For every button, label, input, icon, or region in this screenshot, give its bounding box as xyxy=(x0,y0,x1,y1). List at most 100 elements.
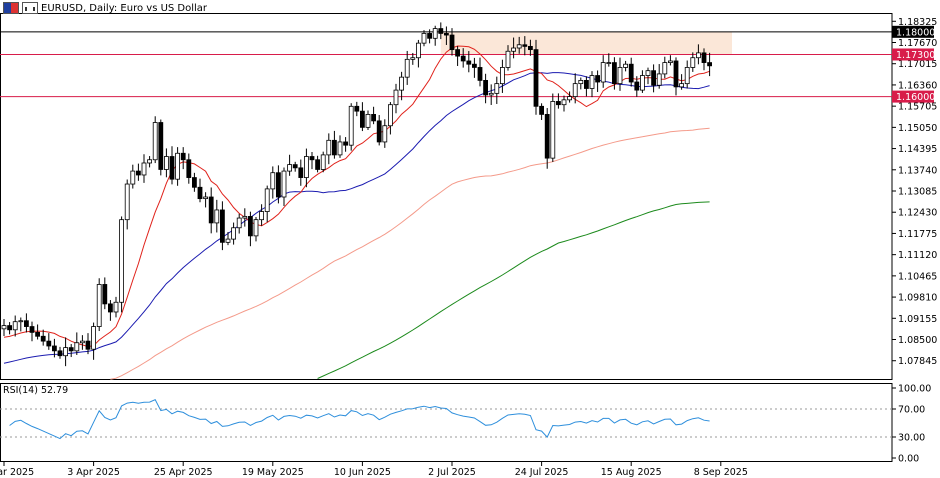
candle-body-103 xyxy=(578,79,584,85)
date-tick-label-3: 19 May 2025 xyxy=(242,467,304,478)
candle-body-113 xyxy=(634,81,640,91)
candle-body-35 xyxy=(197,186,203,200)
date-tick-label-0: 12 Mar 2025 xyxy=(0,467,34,478)
rsi-title: RSI(14) 52.79 xyxy=(3,385,68,396)
candle-body-40 xyxy=(225,238,231,243)
rsi-tick-label-3: 0.00 xyxy=(898,454,919,465)
candle-body-120 xyxy=(673,60,679,88)
ma-mid-line xyxy=(3,72,710,364)
price-tick-label-10: 1.11775 xyxy=(898,229,937,240)
candle-body-82 xyxy=(460,55,466,62)
candle-body-57 xyxy=(320,154,326,170)
candle-body-93 xyxy=(522,44,528,47)
price-tick-label-1: 1.17670 xyxy=(898,38,937,49)
candle-body-34 xyxy=(191,177,197,188)
candle-body-101 xyxy=(567,96,572,101)
candle-body-107 xyxy=(600,62,606,83)
rsi-line xyxy=(9,399,710,440)
candle-body-48 xyxy=(270,172,276,190)
chart-window[interactable]: 1.18325 1.17670 1.17015 1.16360 1.15705 1.150… xyxy=(0,0,940,478)
price-tick-label-12: 1.10465 xyxy=(898,271,937,282)
candle-body-112 xyxy=(628,63,634,83)
price-tick-label-9: 1.12430 xyxy=(898,208,937,219)
ma-long-line xyxy=(317,201,710,379)
candle-body-58 xyxy=(326,139,332,156)
candle-body-100 xyxy=(561,99,567,106)
candle-body-50 xyxy=(281,170,287,198)
candle-body-94 xyxy=(528,45,533,51)
candle-body-32 xyxy=(180,152,186,161)
candle-body-16 xyxy=(91,326,96,350)
candle-body-88 xyxy=(494,83,500,94)
candle-body-119 xyxy=(668,60,673,63)
resistance-zone xyxy=(440,31,732,55)
candle-body-8 xyxy=(46,340,52,347)
candle-body-96 xyxy=(539,105,544,115)
candle-body-54 xyxy=(303,156,309,178)
currency-flag-icon xyxy=(3,2,19,14)
candle-body-31 xyxy=(175,152,181,180)
candle-body-53 xyxy=(298,167,304,178)
candle-body-108 xyxy=(606,62,612,64)
candle-body-61 xyxy=(343,141,349,146)
candle-body-98 xyxy=(550,101,556,159)
candle-body-1 xyxy=(7,325,12,331)
candle-body-36 xyxy=(203,196,209,200)
candle-body-105 xyxy=(589,75,595,89)
price-tick-label-6: 1.14395 xyxy=(898,144,937,155)
candle-body-46 xyxy=(259,211,265,221)
candle-body-66 xyxy=(371,114,377,122)
candle-body-68 xyxy=(382,125,388,143)
candle-body-77 xyxy=(432,28,438,39)
candle-body-71 xyxy=(399,76,405,91)
rsi-plot-frame xyxy=(0,383,893,462)
candle-body-124 xyxy=(696,52,701,59)
price-tick-label-5: 1.15050 xyxy=(898,123,937,134)
candle-body-6 xyxy=(35,331,40,337)
candle-body-27 xyxy=(152,122,158,161)
candle-body-75 xyxy=(421,33,427,44)
candle-body-20 xyxy=(113,301,119,313)
date-tick-label-2: 25 Apr 2025 xyxy=(154,467,213,478)
rsi-tick-label-1: 70.00 xyxy=(898,405,925,416)
candle-body-52 xyxy=(292,164,298,169)
candle-body-111 xyxy=(623,63,628,68)
chart-title-bar: EURUSD, Daily: Euro vs US Dollar xyxy=(3,2,207,14)
candle-body-80 xyxy=(449,34,455,51)
price-chart-svg[interactable]: 1.183251.176701.170151.163601.157051.150… xyxy=(0,0,940,478)
price-tick-label-8: 1.13085 xyxy=(898,187,937,198)
candle-body-86 xyxy=(483,79,489,96)
candle-body-106 xyxy=(595,75,600,83)
candle-body-25 xyxy=(141,162,147,176)
price-tick-label-15: 1.08500 xyxy=(898,335,937,346)
candle-body-91 xyxy=(511,47,517,52)
candle-body-22 xyxy=(124,183,130,221)
date-tick-label-8: 8 Sep 2025 xyxy=(694,467,748,478)
candle-body-74 xyxy=(415,42,421,59)
candle-body-121 xyxy=(679,83,684,88)
candle-body-102 xyxy=(572,83,578,97)
candle-body-60 xyxy=(337,141,343,156)
candle-body-15 xyxy=(85,340,91,350)
candle-body-30 xyxy=(169,156,175,180)
candle-body-69 xyxy=(387,104,393,127)
candle-body-18 xyxy=(102,284,108,305)
candle-body-89 xyxy=(499,67,505,85)
date-tick-label-4: 10 Jun 2025 xyxy=(334,467,391,478)
candle-body-4 xyxy=(23,320,29,327)
candle-body-72 xyxy=(404,58,410,78)
candle-body-56 xyxy=(315,159,321,170)
candle-body-64 xyxy=(359,110,365,128)
candle-body-42 xyxy=(236,217,242,229)
candle-body-125 xyxy=(701,52,707,63)
candle-body-83 xyxy=(466,60,472,65)
date-tick-label-5: 2 Jul 2025 xyxy=(428,467,476,478)
candle-body-78 xyxy=(438,28,444,34)
candle-body-92 xyxy=(516,44,522,49)
candle-body-17 xyxy=(96,284,102,327)
price-tick-label-13: 1.09810 xyxy=(898,293,937,304)
candle-body-97 xyxy=(544,114,550,159)
candle-body-85 xyxy=(477,67,483,81)
price-tick-label-14: 1.09155 xyxy=(898,314,937,325)
date-tick-label-7: 15 Aug 2025 xyxy=(601,467,662,478)
